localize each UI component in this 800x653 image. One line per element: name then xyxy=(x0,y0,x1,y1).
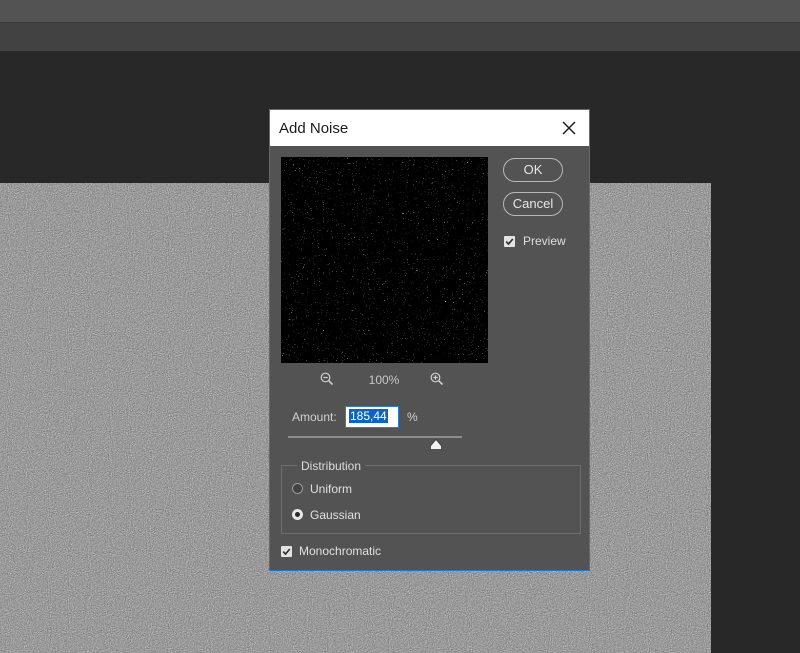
preview-zoom-controls: 100% xyxy=(320,372,450,388)
close-icon xyxy=(562,121,576,135)
distribution-legend: Distribution xyxy=(297,459,366,473)
application-menu-bar xyxy=(0,0,800,23)
add-noise-dialog: Add Noise 100% OK Cancel Preview Amount:… xyxy=(269,109,590,571)
monochromatic-label[interactable]: Monochromatic xyxy=(299,544,381,558)
uniform-label[interactable]: Uniform xyxy=(310,482,352,496)
dialog-title: Add Noise xyxy=(279,120,349,137)
close-button[interactable] xyxy=(557,117,581,139)
amount-input[interactable]: 185,44 xyxy=(345,406,399,428)
dialog-titlebar[interactable]: Add Noise xyxy=(270,110,589,146)
amount-value: 185,44 xyxy=(349,409,388,423)
uniform-radio[interactable] xyxy=(292,483,303,494)
slider-triangle-icon[interactable] xyxy=(430,439,442,450)
amount-label: Amount: xyxy=(292,410,337,424)
zoom-level: 100% xyxy=(368,373,400,387)
document-tab-bar xyxy=(0,23,800,52)
preview-checkbox[interactable] xyxy=(504,236,515,247)
amount-unit: % xyxy=(407,410,418,424)
checkmark-icon xyxy=(505,238,514,246)
zoom-out-icon[interactable] xyxy=(320,372,334,386)
gaussian-label[interactable]: Gaussian xyxy=(310,508,361,522)
zoom-in-icon[interactable] xyxy=(430,372,444,386)
amount-slider-track[interactable] xyxy=(288,436,462,438)
gaussian-radio[interactable] xyxy=(292,509,303,520)
monochromatic-checkbox[interactable] xyxy=(281,546,292,557)
distribution-group xyxy=(281,465,581,534)
checkmark-icon xyxy=(282,548,291,556)
preview-noise-texture xyxy=(281,157,488,363)
ok-button[interactable]: OK xyxy=(503,158,563,182)
noise-preview[interactable] xyxy=(281,157,488,363)
cancel-button[interactable]: Cancel xyxy=(503,192,563,216)
preview-label: Preview xyxy=(523,234,566,248)
